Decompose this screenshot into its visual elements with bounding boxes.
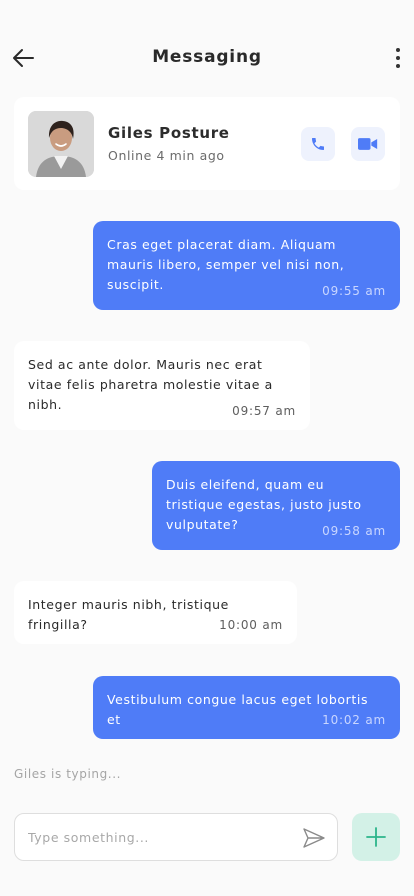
more-vertical-icon bbox=[396, 48, 400, 52]
message-bubble-incoming: Integer mauris nibh, tristique fringilla… bbox=[14, 581, 297, 644]
message-time: 10:00 am bbox=[219, 618, 283, 632]
message-bubble-outgoing: Vestibulum congue lacus eget lobortis et… bbox=[93, 676, 400, 739]
call-button[interactable] bbox=[301, 127, 335, 161]
typing-indicator: Giles is typing... bbox=[14, 767, 122, 781]
message-bubble-outgoing: Duis eleifend, quam eu tristique egestas… bbox=[152, 461, 400, 550]
plus-icon bbox=[366, 827, 386, 847]
video-call-button[interactable] bbox=[351, 127, 385, 161]
more-options-button[interactable] bbox=[392, 44, 404, 72]
phone-icon bbox=[312, 138, 324, 150]
header: Messaging bbox=[0, 0, 414, 100]
contact-name: Giles Posture bbox=[108, 124, 230, 142]
contact-status: Online 4 min ago bbox=[108, 148, 225, 163]
message-time: 10:02 am bbox=[322, 713, 386, 727]
avatar bbox=[28, 111, 94, 177]
message-bubble-outgoing: Cras eget placerat diam. Aliquam mauris … bbox=[93, 221, 400, 310]
contact-card: Giles Posture Online 4 min ago bbox=[14, 97, 400, 190]
message-composer bbox=[14, 813, 338, 861]
video-camera-icon bbox=[358, 138, 378, 150]
send-button[interactable] bbox=[301, 825, 327, 851]
add-attachment-button[interactable] bbox=[352, 813, 400, 861]
send-icon bbox=[303, 828, 325, 848]
message-time: 09:57 am bbox=[232, 404, 296, 418]
message-time: 09:58 am bbox=[322, 524, 386, 538]
page-title: Messaging bbox=[152, 47, 262, 67]
message-bubble-incoming: Sed ac ante dolor. Mauris nec erat vitae… bbox=[14, 341, 310, 430]
message-time: 09:55 am bbox=[322, 284, 386, 298]
message-input[interactable] bbox=[28, 814, 288, 860]
